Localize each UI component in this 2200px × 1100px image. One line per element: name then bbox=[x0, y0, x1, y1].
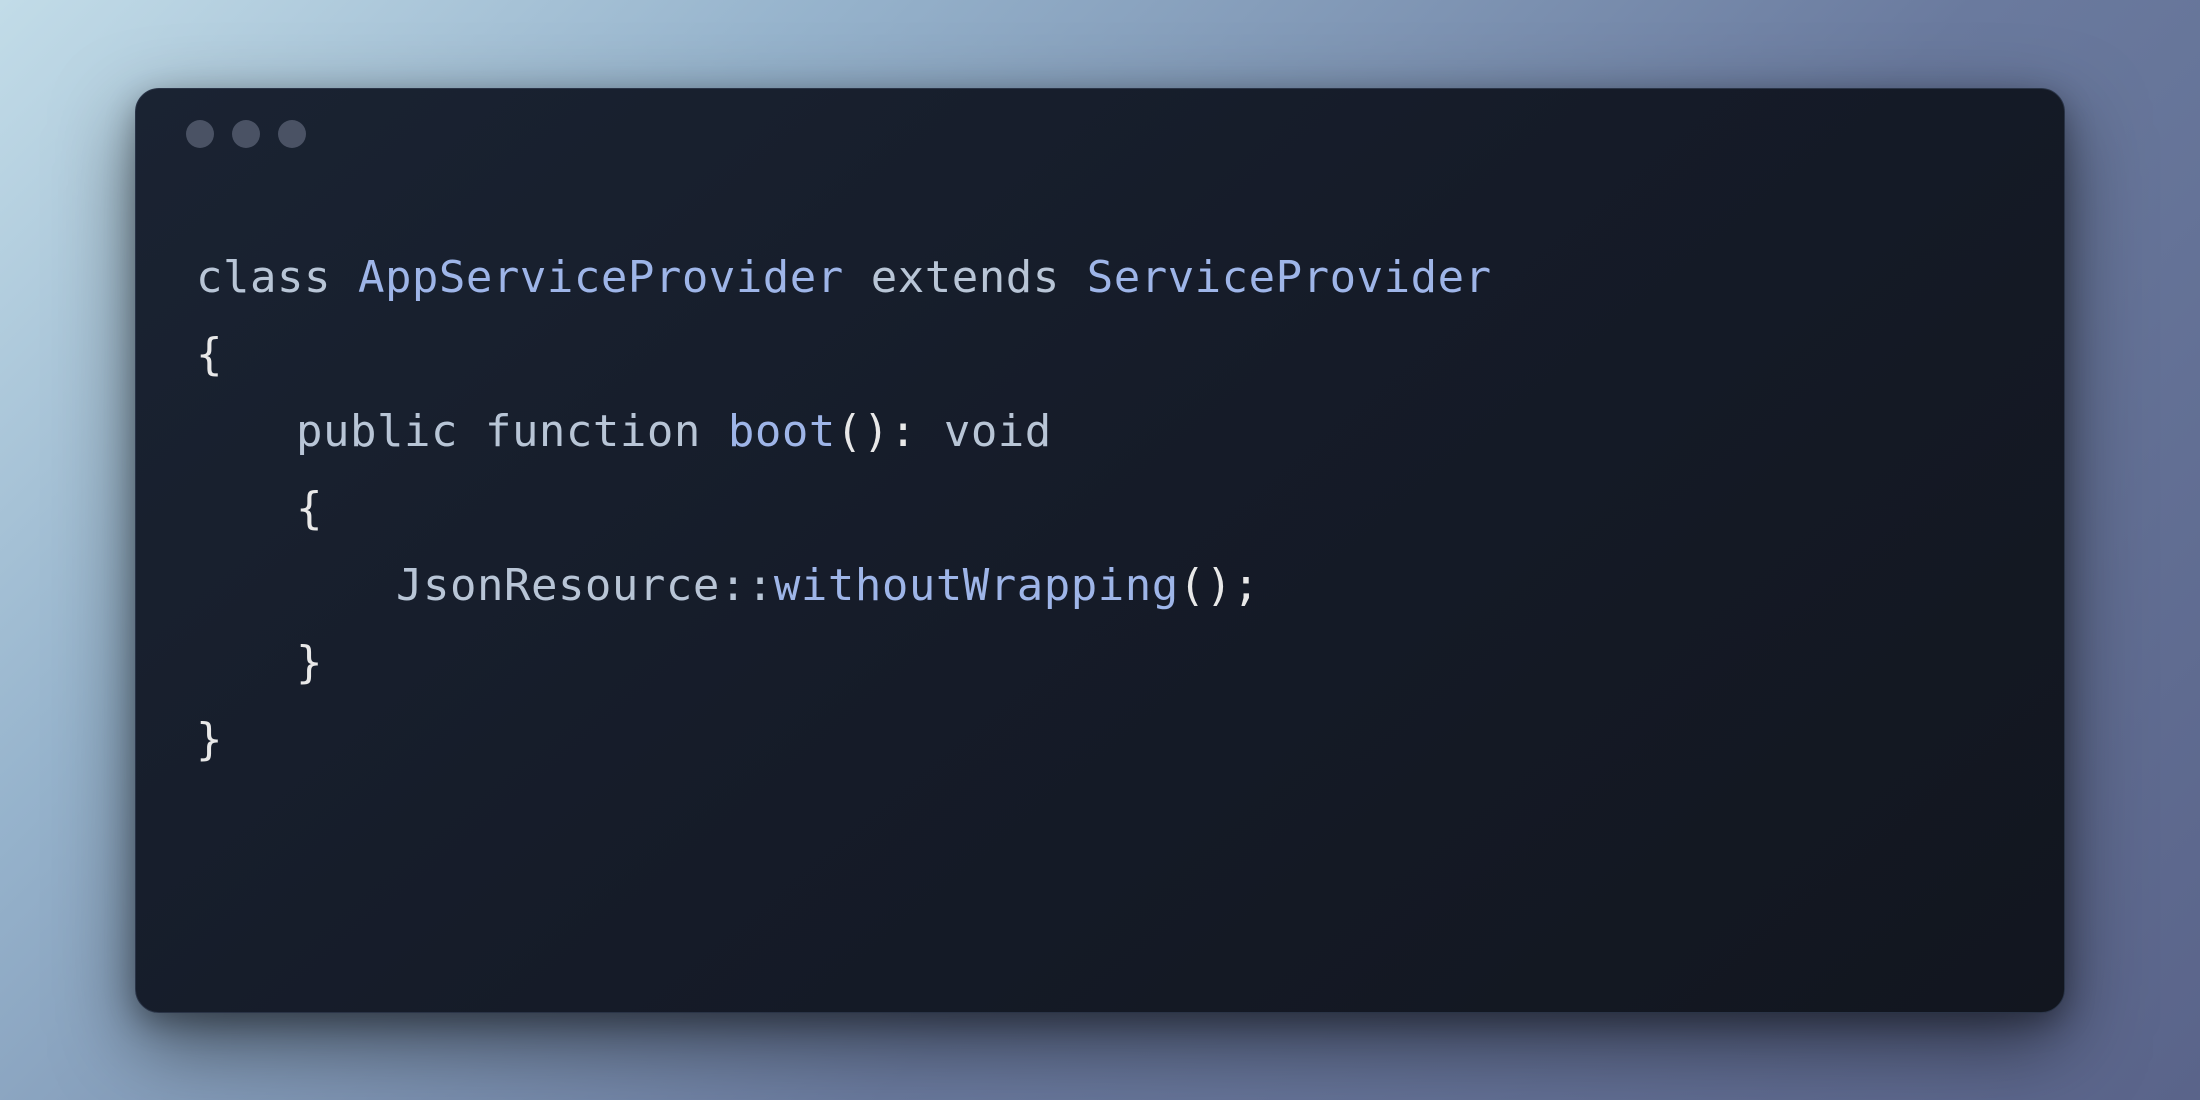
code-line-3: public function boot(): void bbox=[196, 393, 2004, 470]
parent-class: ServiceProvider bbox=[1087, 252, 1492, 303]
code-window: class AppServiceProvider extends Service… bbox=[135, 88, 2065, 1013]
code-line-6: } bbox=[196, 624, 2004, 701]
code-line-5: JsonResource::withoutWrapping(); bbox=[196, 547, 2004, 624]
return-type: void bbox=[944, 406, 1052, 457]
code-line-2: { bbox=[196, 316, 2004, 393]
class-name: AppServiceProvider bbox=[358, 252, 844, 303]
method-name: boot bbox=[728, 406, 836, 457]
brace-close: } bbox=[196, 714, 223, 765]
brace-open: { bbox=[296, 483, 323, 534]
parentheses: () bbox=[836, 406, 890, 457]
minimize-icon[interactable] bbox=[232, 120, 260, 148]
keyword-class: class bbox=[196, 252, 331, 303]
semicolon: ; bbox=[1233, 560, 1260, 611]
keyword-function: function bbox=[485, 406, 701, 457]
code-line-4: { bbox=[196, 470, 2004, 547]
code-line-7: } bbox=[196, 701, 2004, 778]
code-content: class AppServiceProvider extends Service… bbox=[136, 179, 2064, 1012]
keyword-extends: extends bbox=[871, 252, 1060, 303]
method-call: withoutWrapping bbox=[774, 560, 1179, 611]
code-line-1: class AppServiceProvider extends Service… bbox=[196, 239, 2004, 316]
maximize-icon[interactable] bbox=[278, 120, 306, 148]
brace-close: } bbox=[296, 637, 323, 688]
close-icon[interactable] bbox=[186, 120, 214, 148]
brace-open: { bbox=[196, 329, 223, 380]
keyword-public: public bbox=[296, 406, 458, 457]
colon: : bbox=[890, 406, 917, 457]
parentheses: () bbox=[1179, 560, 1233, 611]
static-class-name: JsonResource bbox=[396, 560, 720, 611]
window-title-bar bbox=[136, 89, 2064, 179]
scope-operator: :: bbox=[720, 560, 774, 611]
